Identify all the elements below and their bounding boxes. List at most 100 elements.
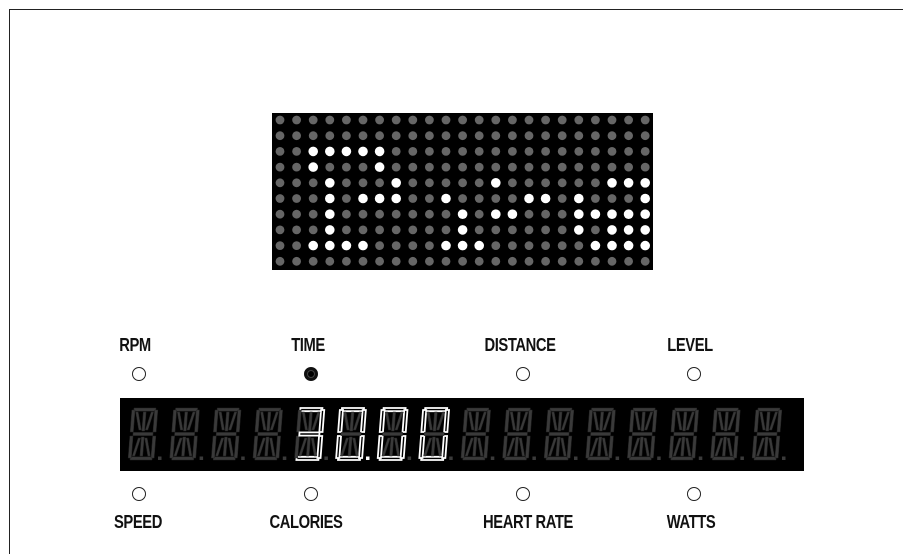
unlit-dot (375, 131, 384, 141)
unlit-dot (342, 225, 351, 235)
lit-dot (308, 162, 318, 172)
segment (549, 407, 573, 412)
unlit-dot (375, 178, 384, 188)
unlit-dot (557, 225, 567, 235)
unlit-dot (574, 131, 584, 141)
lit-dot (607, 209, 617, 219)
unlit-dot (408, 194, 418, 203)
unlit-dot (458, 162, 467, 172)
unlit-dot (541, 162, 550, 172)
unlit-digit (751, 407, 786, 461)
segment (649, 435, 656, 459)
segment (545, 456, 569, 461)
segment (460, 435, 467, 459)
lit-dot (540, 193, 551, 204)
decimal-point (532, 456, 536, 460)
unlit-dot (591, 194, 600, 203)
heart-rate-label: HEART RATE (483, 512, 573, 532)
segment (391, 411, 396, 432)
segment (631, 432, 653, 436)
unlit-dot (508, 256, 517, 266)
unlit-dot (292, 209, 301, 219)
segment (674, 407, 698, 412)
segment (423, 407, 449, 413)
unlit-dot (342, 256, 351, 266)
unlit-dot (624, 131, 633, 141)
time-indicator-led (304, 367, 318, 381)
segment (668, 435, 675, 459)
segment (215, 437, 225, 457)
unlit-dot (458, 178, 467, 188)
segment (685, 411, 695, 431)
unlit-dot (524, 178, 534, 188)
lit-dot (640, 178, 650, 188)
watts-indicator-led (687, 487, 701, 501)
segment (557, 411, 563, 432)
unlit-dot (557, 194, 567, 203)
segment (515, 411, 521, 432)
segment (335, 435, 343, 459)
segment (591, 407, 614, 412)
lit-dot (507, 209, 518, 219)
decimal-point (657, 456, 661, 460)
unlit-dot (292, 178, 301, 188)
unlit-dot (358, 162, 368, 172)
unlit-dot (425, 241, 434, 251)
unlit-dot (508, 241, 517, 251)
segment (587, 456, 611, 461)
distance-label: DISTANCE (484, 335, 556, 355)
unlit-dot (474, 256, 484, 266)
segment (722, 436, 727, 457)
segment (509, 411, 517, 431)
lit-dot (640, 240, 650, 251)
segment (502, 435, 508, 459)
segment (211, 435, 217, 459)
unlit-dot (541, 225, 550, 235)
segment (610, 409, 616, 433)
unlit-dot (458, 131, 467, 141)
unlit-dot (425, 194, 434, 203)
unlit-dot (391, 147, 401, 156)
unlit-dot (508, 178, 517, 188)
segment (735, 409, 741, 433)
segment (316, 435, 324, 459)
segment (141, 411, 147, 432)
segment (682, 411, 688, 432)
lit-dot (590, 209, 601, 219)
segment (135, 411, 142, 431)
lit-dot (374, 162, 385, 172)
segment (597, 436, 603, 457)
lit-dot (341, 240, 352, 251)
unlit-dot (491, 225, 501, 235)
unlit-dot (624, 115, 633, 125)
unlit-dot (358, 209, 368, 219)
lit-digit (294, 407, 328, 461)
segment (717, 411, 725, 431)
segment (602, 411, 612, 431)
segment (216, 407, 240, 412)
segment (465, 432, 487, 436)
lit-dot (574, 193, 584, 204)
segment (670, 456, 694, 461)
segment (560, 437, 567, 457)
segment (233, 435, 240, 459)
lit-dot (325, 240, 335, 251)
segment (543, 435, 550, 459)
decimal-point (449, 456, 453, 460)
rpm-label: RPM (119, 335, 151, 355)
unlit-dot (425, 115, 434, 125)
segment (307, 411, 313, 432)
unlit-dot (508, 115, 517, 125)
segment (714, 437, 724, 457)
unlit-digit (710, 407, 744, 461)
unlit-dot (441, 209, 451, 219)
segment (547, 437, 558, 457)
segment (235, 409, 242, 433)
unlit-dot (391, 241, 401, 251)
segment (774, 435, 781, 459)
unlit-dot (391, 225, 401, 235)
unlit-dot (358, 115, 368, 125)
segment (504, 409, 510, 433)
segment (359, 409, 367, 433)
unlit-dot (408, 256, 418, 266)
